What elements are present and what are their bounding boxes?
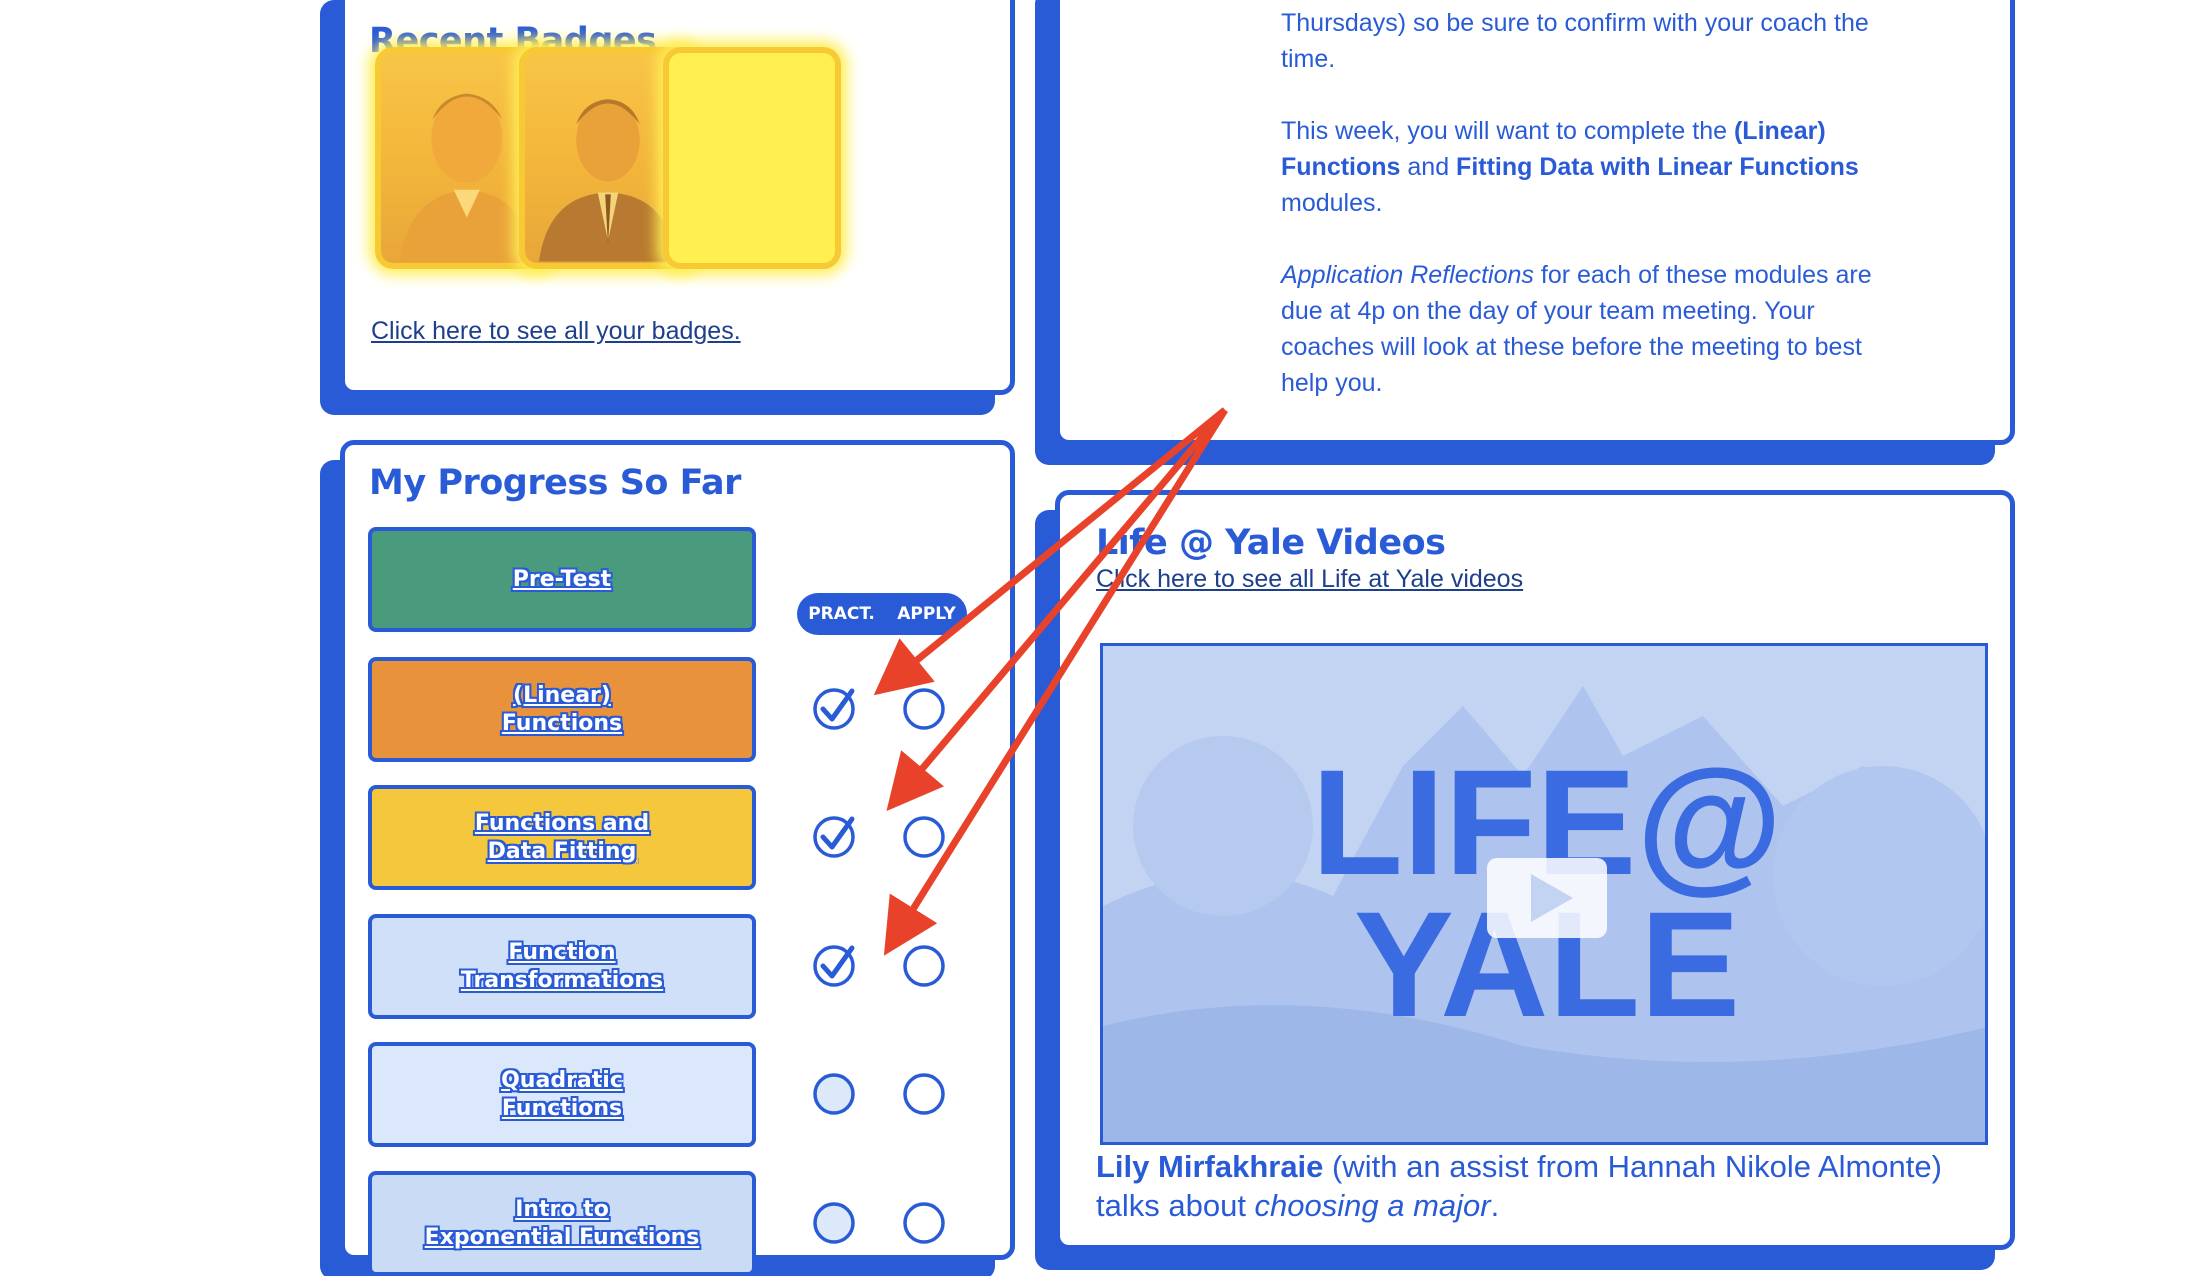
badge-blank[interactable] [663,47,841,269]
apply-circle-icon[interactable] [902,1201,946,1245]
module-label-line1: (Linear) [513,682,611,708]
practice-circle-icon[interactable] [812,1072,856,1116]
module-label-line1: Pre-Test [512,566,612,592]
module-label-line2: Exponential Functions [424,1224,700,1250]
column-pract-label: PRACT. [808,604,875,624]
info-p2-and: and [1400,153,1457,181]
practice-check-icon[interactable] [812,815,856,859]
module-label-line1: Functions and [474,810,650,836]
life-at-yale-title: Life @ Yale Videos [1096,523,1446,563]
module-label[interactable]: Functions and Data Fitting [475,810,649,866]
module-label[interactable]: Intro to Exponential Functions [425,1196,700,1252]
apply-circle-icon[interactable] [902,815,946,859]
my-progress-title: My Progress So Far [369,463,741,503]
module-card[interactable]: (Linear) Functions [368,657,756,762]
info-application-reflections: Application Reflections [1281,261,1534,289]
apply-circle-icon[interactable] [902,1072,946,1116]
see-all-badges-link[interactable]: Click here to see all your badges. [371,317,741,346]
info-p2-intro: This week, you will want to complete the [1281,117,1734,145]
video-caption: Lily Mirfakhraie (with an assist from Ha… [1096,1147,1996,1225]
module-card[interactable]: Pre-Test [368,527,756,632]
video-thumbnail[interactable]: LIFE@ YALE [1100,643,1988,1145]
module-card[interactable]: Function Transformations [368,914,756,1019]
apply-circle-icon[interactable] [902,687,946,731]
column-apply-label: APPLY [897,604,956,624]
module-card[interactable]: Intro to Exponential Functions [368,1171,756,1276]
apply-circle-icon[interactable] [902,944,946,988]
info-p2-end: modules. [1281,189,1383,217]
module-card[interactable]: Functions and Data Fitting [368,785,756,890]
module-label-line2: Functions [501,1095,623,1121]
module-label-line1: Function [508,939,616,965]
module-label-line2: Data Fitting [487,838,637,864]
progress-column-header: PRACT. APPLY [797,593,967,635]
practice-check-icon[interactable] [812,944,856,988]
module-label[interactable]: Quadratic Functions [501,1067,623,1123]
caption-speaker-name: Lily Mirfakhraie [1096,1149,1324,1184]
info-line-coach: Thursdays) so be sure to confirm with yo… [1281,9,1869,73]
weekly-info-text: Thursdays) so be sure to confirm with yo… [1281,5,1881,437]
module-label-line1: Quadratic [501,1067,623,1093]
play-icon[interactable] [1487,858,1607,938]
practice-check-icon[interactable] [812,687,856,731]
module-card[interactable]: Quadratic Functions [368,1042,756,1147]
caption-end: . [1490,1188,1500,1223]
module-label-line1: Intro to [515,1196,609,1222]
life-at-yale-card: Life @ Yale Videos Click here to see all… [1055,490,2015,1250]
info-module-fitting: Fitting Data with Linear Functions [1456,153,1859,181]
blank-badge-icon [669,53,835,263]
campus-scene-image: LIFE@ YALE [1103,646,1985,1142]
practice-circle-icon[interactable] [812,1201,856,1245]
module-label[interactable]: (Linear) Functions [502,682,622,738]
weekly-info-card: Thursdays) so be sure to confirm with yo… [1055,0,2015,445]
see-all-videos-link[interactable]: Click here to see all Life at Yale video… [1096,565,1523,594]
caption-topic: choosing a major [1254,1188,1491,1223]
recent-badges-card: Recent Badges Click here to see all your… [340,0,1015,395]
my-progress-card: My Progress So Far PRACT. APPLY Pre-Test… [340,440,1015,1276]
module-label[interactable]: Pre-Test [513,566,611,594]
module-label[interactable]: Function Transformations [461,939,663,995]
module-label-line2: Functions [501,710,623,736]
module-label-line2: Transformations [460,967,664,993]
